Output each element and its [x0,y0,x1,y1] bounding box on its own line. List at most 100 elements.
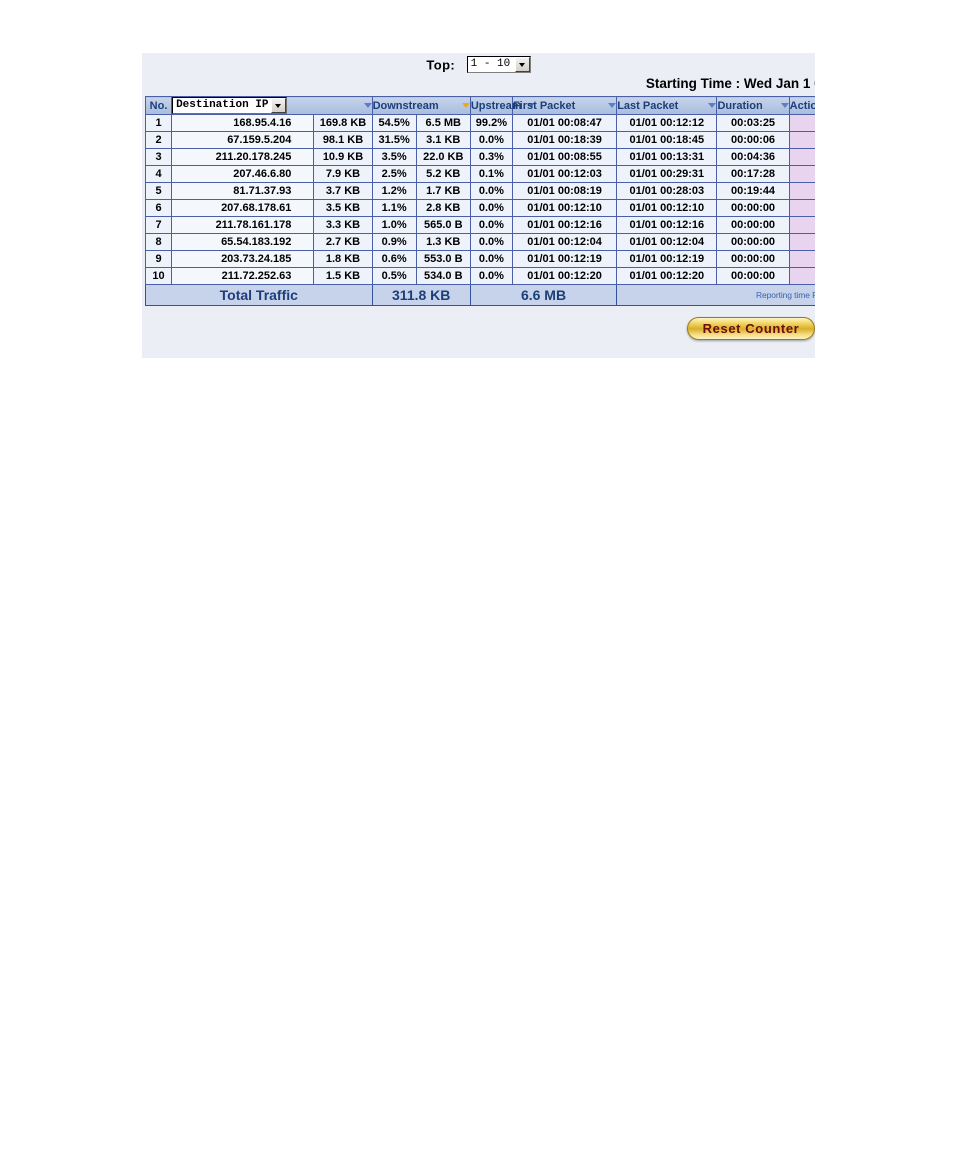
row-index: 5 [144,182,173,200]
downstream-value: 3.7 KB [313,182,373,200]
destination-ip-value: 211.20.178.245 [171,148,315,166]
upstream-value: 5.2 KB [415,165,471,183]
first-packet-time: 01/01 00:12:16 [511,216,618,234]
sort-arrow-destination-icon[interactable] [363,103,372,108]
sort-arrow-last-packet-icon[interactable] [708,103,717,108]
col-header-destination[interactable]: Destination IP [171,96,373,115]
last-packet-time: 01/01 00:12:16 [616,216,718,234]
destination-ip-select[interactable]: Destination IP [172,97,288,114]
upstream-value: 534.0 B [415,267,471,285]
destination-ip-value: 67.159.5.204 [171,131,315,149]
first-packet-time: 01/01 00:08:47 [511,114,618,132]
sort-arrow-first-packet-icon[interactable] [608,103,617,108]
chevron-down-icon[interactable] [514,57,530,73]
last-packet-time: 01/01 00:12:04 [616,233,718,251]
row-index: 6 [144,199,173,217]
action-cell: Remove [788,148,815,166]
duration-value: 00:00:00 [716,267,790,285]
action-cell: Remove [788,250,815,268]
downstream-percent: 2.5% [371,165,417,183]
destination-ip-value: 65.54.183.192 [171,233,315,251]
upstream-value: 3.1 KB [415,131,471,149]
col-header-last-packet[interactable]: Last Packet [616,96,718,115]
row-index: 8 [144,233,173,251]
sort-arrow-duration-icon[interactable] [780,103,789,108]
table-row: 3 211.20.178.245 10.9 KB 3.5% 22.0 KB 0.3% 01/… [144,148,815,166]
downstream-value: 7.9 KB [313,165,373,183]
table-row: 2 67.159.5.204 98.1 KB 31.5% 3.1 KB 0.0% 01/01… [144,131,815,149]
last-packet-time: 01/01 00:12:19 [616,250,718,268]
downstream-value: 1.5 KB [313,267,373,285]
upstream-value: 1.3 KB [415,233,471,251]
downstream-value: 98.1 KB [313,131,373,149]
col-header-duration[interactable]: Duration [716,96,790,115]
action-cell: Remove [788,233,815,251]
sort-arrow-downstream-icon[interactable] [461,103,470,108]
total-traffic-label: Total Traffic [145,284,373,306]
duration-value: 00:19:44 [716,182,790,200]
duration-value: 00:03:25 [716,114,790,132]
upstream-percent: 0.1% [469,165,513,183]
downstream-percent: 0.9% [371,233,417,251]
first-packet-time: 01/01 00:08:19 [511,182,618,200]
table-row: 5 81.71.37.93 3.7 KB 1.2% 1.7 KB 0.0% 01/01 00… [144,182,815,200]
last-packet-time: 01/01 00:13:31 [616,148,718,166]
upstream-percent: 0.0% [469,182,513,200]
destination-ip-value: Destination IP [176,99,269,111]
col-header-action: Action [788,96,815,115]
first-packet-time: 01/01 00:12:20 [511,267,618,285]
downstream-value: 3.3 KB [313,216,373,234]
duration-value: 00:00:00 [716,199,790,217]
downstream-value: 1.8 KB [313,250,373,268]
last-packet-time: 01/01 00:12:20 [616,267,718,285]
top-range-select[interactable]: 1 - 10 [466,56,531,74]
duration-value: 00:17:28 [716,165,790,183]
col-header-downstream-label: Downstream [372,99,439,112]
first-packet-time: 01/01 00:12:10 [511,199,618,217]
table-row: 10 211.72.252.63 1.5 KB 0.5% 534.0 B 0.0% 01/0… [144,267,815,285]
table-body: 1 168.95.4.16 169.8 KB 54.5% 6.5 MB 99.2% 01/0… [144,114,815,285]
traffic-table: No. Destination IP Downstream Upstream F… [144,96,815,306]
table-row: 9 203.73.24.185 1.8 KB 0.6% 553.0 B 0.0% 01/01… [144,250,815,268]
reset-counter-button[interactable]: Reset Counter [687,317,815,340]
duration-value: 00:04:36 [716,148,790,166]
upstream-percent: 0.0% [469,233,513,251]
total-traffic-row: Total Traffic 311.8 KB 6.6 MB Reporting … [145,284,815,306]
col-header-downstream[interactable]: Downstream [371,96,471,115]
upstream-value: 1.7 KB [415,182,471,200]
first-packet-time: 01/01 00:12:04 [511,233,618,251]
action-cell: Remove [788,182,815,200]
downstream-percent: 3.5% [371,148,417,166]
header-row: No. Destination IP Downstream Upstream F… [144,96,815,115]
chevron-down-icon[interactable] [271,98,287,113]
destination-ip-value: 207.68.178.61 [171,199,315,217]
upstream-percent: 0.0% [469,250,513,268]
table-row: 6 207.68.178.61 3.5 KB 1.1% 2.8 KB 0.0% 01/01 … [144,199,815,217]
action-cell: Remove [788,165,815,183]
row-index: 2 [144,131,173,149]
downstream-percent: 1.0% [371,216,417,234]
table-footer: Total Traffic 311.8 KB 6.6 MB Reporting … [145,284,815,306]
upstream-percent: 0.3% [469,148,513,166]
col-header-upstream[interactable]: Upstream [469,96,535,115]
row-index: 9 [144,250,173,268]
upstream-percent: 0.0% [469,131,513,149]
downstream-value: 3.5 KB [313,199,373,217]
col-header-duration-label: Duration [717,99,763,112]
upstream-percent: 99.2% [469,114,513,132]
downstream-percent: 0.6% [371,250,417,268]
last-packet-time: 01/01 00:12:12 [616,114,718,132]
row-index: 7 [144,216,173,234]
upstream-value: 22.0 KB [415,148,471,166]
duration-value: 00:00:06 [716,131,790,149]
upstream-value: 6.5 MB [415,114,471,132]
duration-value: 00:00:00 [716,250,790,268]
downstream-percent: 31.5% [371,131,417,149]
action-cell: Remove [788,114,815,132]
col-header-first-packet[interactable]: First Packet [511,96,618,115]
row-index: 1 [144,114,173,132]
action-cell: Remove [788,199,815,217]
page-root: Top: 1 - 10 Starting Time : Wed Jan 1 00… [0,0,954,1157]
downstream-percent: 54.5% [371,114,417,132]
upstream-percent: 0.0% [469,216,513,234]
